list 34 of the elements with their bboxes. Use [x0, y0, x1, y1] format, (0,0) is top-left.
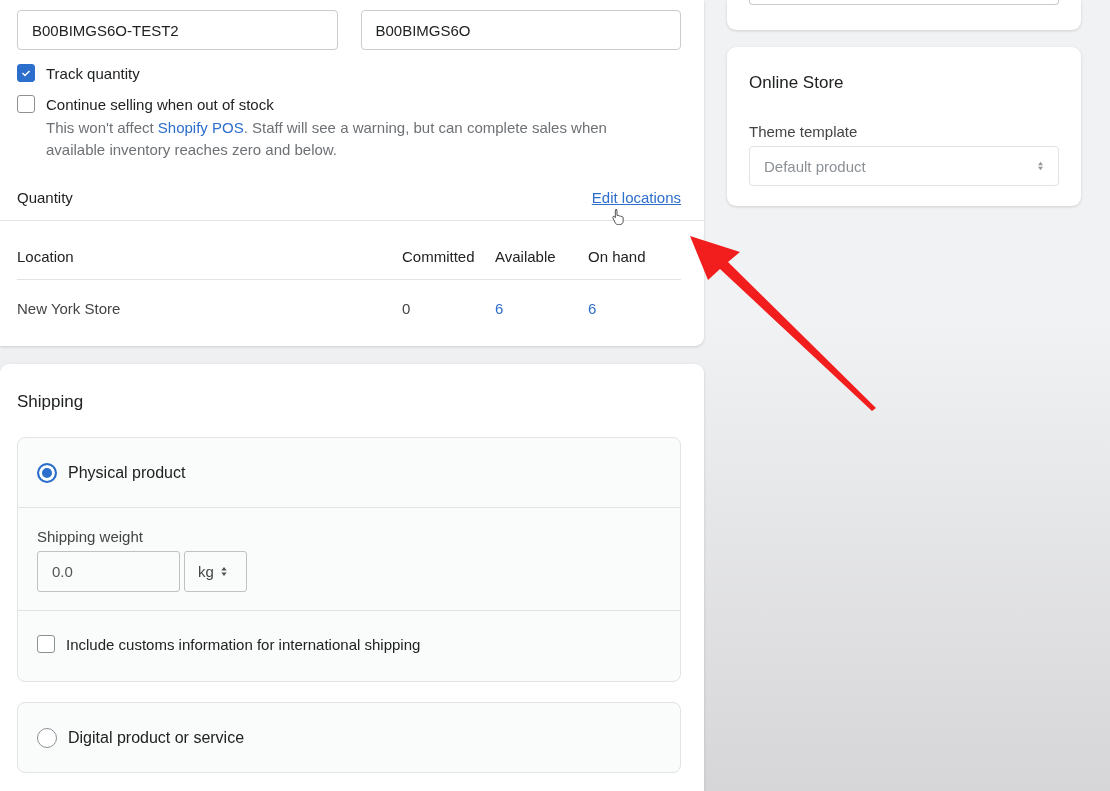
- up-down-caret-icon: [1037, 161, 1044, 171]
- radio-label: Digital product or service: [68, 728, 245, 747]
- section-title: Quantity: [17, 189, 73, 206]
- template-select[interactable]: Default product: [749, 146, 1059, 186]
- checkbox-label: Track quantity: [46, 64, 140, 84]
- weight-field[interactable]: 0.0: [37, 551, 180, 592]
- table-cell[interactable]: 6: [588, 299, 681, 317]
- column-header: Location: [17, 247, 75, 265]
- checkbox[interactable]: [17, 95, 35, 113]
- checkbox-label: Continue selling when out of stock: [46, 95, 275, 115]
- field-label: Shipping weight: [37, 528, 144, 545]
- unit-select[interactable]: kg: [184, 551, 247, 592]
- checkbox[interactable]: [17, 64, 35, 82]
- radio-button[interactable]: [37, 727, 57, 748]
- up-down-caret-icon: [219, 566, 228, 577]
- radio-label: Physical product: [68, 463, 186, 482]
- hand-cursor-icon: [611, 208, 625, 225]
- field-label: Theme template: [749, 123, 859, 140]
- radio-button[interactable]: [37, 462, 57, 483]
- table-cell[interactable]: 6: [495, 299, 588, 317]
- pos-link[interactable]: Shopify POS: [157, 119, 244, 136]
- section-title: Shipping: [17, 392, 85, 412]
- column-header: Committed: [402, 247, 476, 265]
- table-cell-text: 0: [402, 299, 412, 317]
- column-header: Available: [495, 247, 557, 265]
- barcode-field[interactable]: B00BIMGS6O: [360, 10, 681, 50]
- edit-locations-link[interactable]: Edit locations: [591, 189, 681, 206]
- column-header: On hand: [588, 247, 647, 265]
- checkbox[interactable]: [37, 635, 55, 653]
- checkbox-label: Include customs information for international shipping: [66, 635, 421, 655]
- help-text: This won't affect Shopify POS. Staff will see a warning, but can complete sales when available inventory reaches zero and below.: [46, 118, 608, 160]
- section-title: Online Store: [749, 73, 845, 93]
- sku-field[interactable]: B00BIMGS6O-TEST2: [17, 10, 338, 50]
- table-cell-text: New York Store: [17, 299, 122, 317]
